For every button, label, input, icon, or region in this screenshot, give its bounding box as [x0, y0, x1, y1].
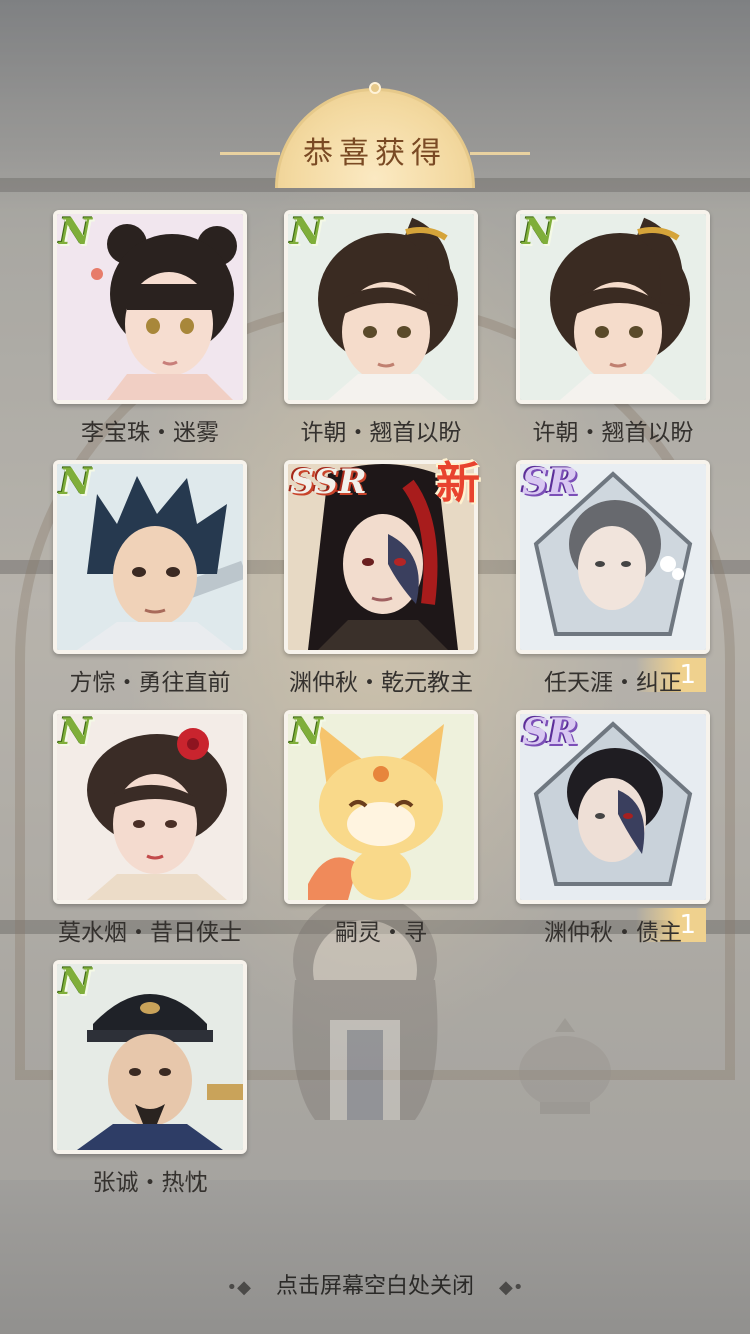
reward-card[interactable]: SSR 新 渊仲秋・乾元教主	[284, 458, 480, 696]
reward-card[interactable]: N 许朝・翘首以盼	[516, 210, 710, 446]
reward-card[interactable]: N 张诚・热忱	[53, 960, 247, 1196]
rarity-badge: N	[59, 461, 92, 503]
close-hint-text: 点击屏幕空白处关闭	[275, 1274, 474, 1299]
reward-card[interactable]: SR 1 任天涯・纠正	[516, 460, 710, 696]
rarity-badge: N	[59, 961, 92, 1003]
card-name: 莫水烟・昔日侠士	[58, 920, 242, 946]
card-name: 渊仲秋・乾元教主	[289, 670, 473, 696]
rarity-badge: N	[59, 211, 92, 253]
reward-card-grid: N 李宝珠・迷雾 N 许朝・翘首以盼 N 许朝・翘首以盼 N 方悰・勇往直前 S…	[0, 0, 750, 1334]
rarity-badge: SR	[522, 461, 578, 503]
card-name: 渊仲秋・债主	[544, 920, 682, 946]
new-badge: 新	[436, 458, 480, 509]
reward-card[interactable]: N 莫水烟・昔日侠士	[53, 710, 247, 946]
reward-card[interactable]: N 李宝珠・迷雾	[53, 210, 247, 446]
rarity-badge: SSR	[290, 462, 367, 502]
reward-card[interactable]: N 嗣灵・寻	[284, 710, 478, 946]
diamond-ornament-icon: •◆	[226, 1277, 251, 1298]
card-name: 李宝珠・迷雾	[81, 420, 219, 446]
card-name: 张诚・热忱	[92, 1170, 208, 1196]
rarity-badge: N	[522, 211, 555, 253]
reward-card[interactable]: N 许朝・翘首以盼	[284, 210, 478, 446]
rarity-badge: SR	[522, 711, 578, 753]
diamond-ornament-icon: ◆•	[499, 1277, 524, 1298]
card-name: 许朝・翘首以盼	[300, 420, 462, 446]
rarity-badge: N	[59, 711, 92, 753]
card-name: 方悰・勇往直前	[69, 670, 231, 696]
card-name: 嗣灵・寻	[335, 920, 427, 946]
rarity-badge: N	[290, 711, 323, 753]
reward-card[interactable]: N 方悰・勇往直前	[53, 460, 247, 696]
card-name: 任天涯・纠正	[544, 670, 682, 696]
close-hint[interactable]: •◆ 点击屏幕空白处关闭 ◆•	[0, 1268, 750, 1300]
reward-card[interactable]: SR 1 渊仲秋・债主	[516, 710, 710, 946]
card-name: 许朝・翘首以盼	[532, 420, 694, 446]
rarity-badge: N	[290, 211, 323, 253]
